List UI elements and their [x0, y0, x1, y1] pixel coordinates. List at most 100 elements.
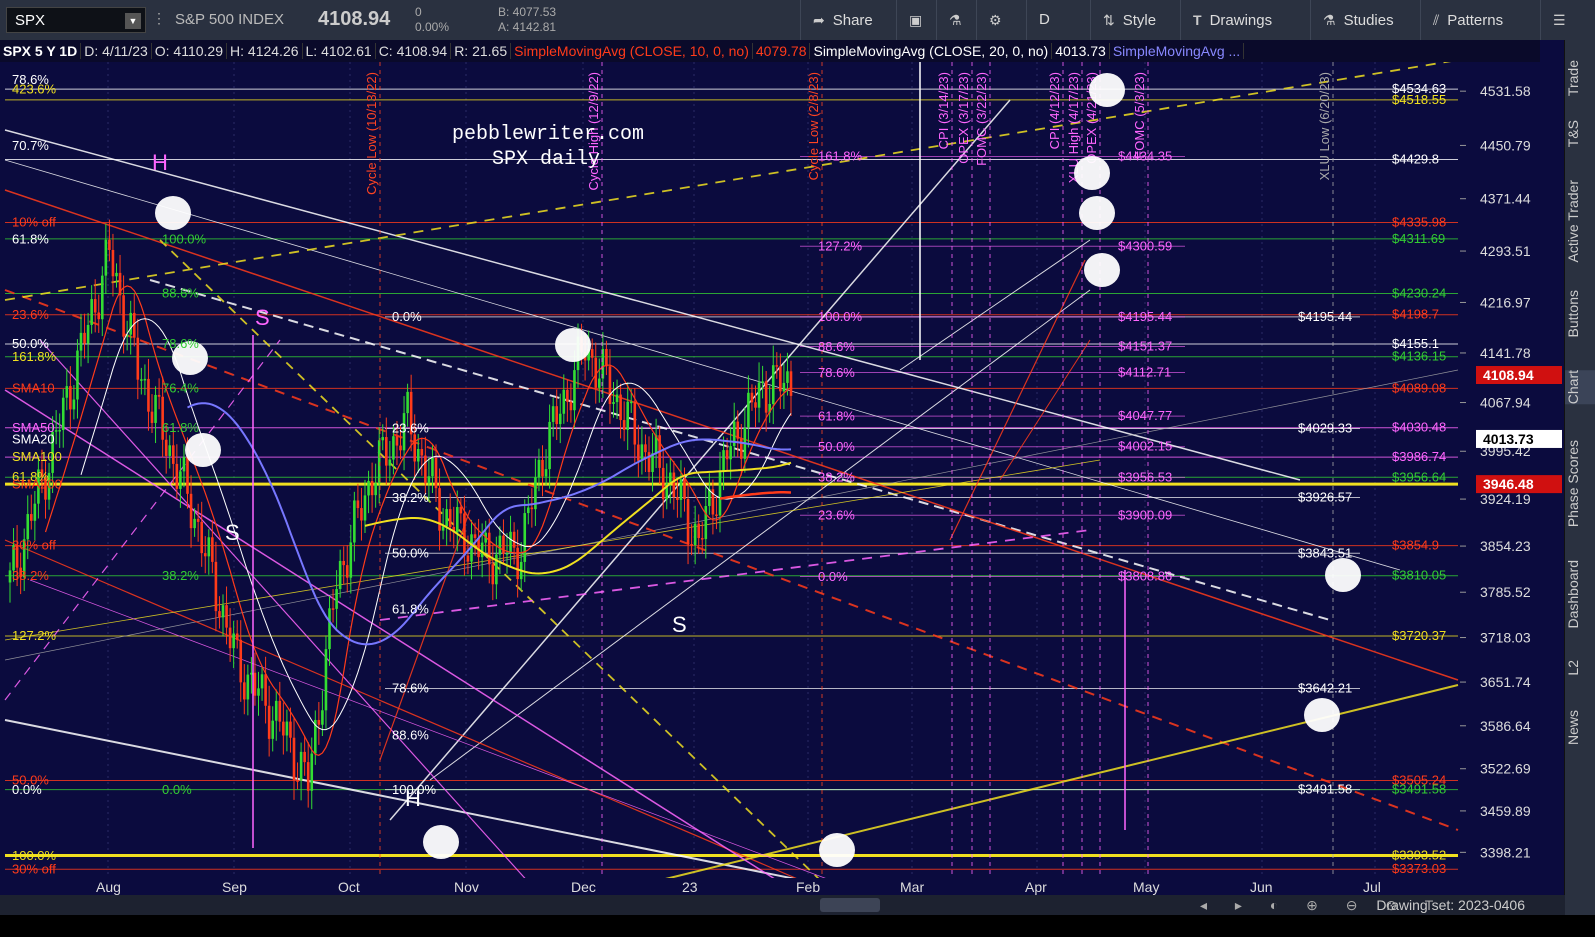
candle-body [306, 762, 310, 791]
study-info-bar: SPX 5 Y 1D D: 4/11/23 O: 4110.29 H: 4124.26… [0, 40, 1540, 62]
event-label: FOMC (3/22/23) [974, 72, 989, 166]
right-price-label: $4230.24 [1392, 286, 1446, 301]
y-tick-label: 3522.69 [1480, 761, 1531, 777]
y-tick-label: 3586.64 [1480, 718, 1531, 734]
share-button[interactable]: ➦ Share [800, 0, 896, 40]
drawing-set-label[interactable]: Drawing set: 2023-0406 [1376, 895, 1525, 915]
flask-button[interactable]: ⚗ [936, 0, 976, 40]
candle-body [544, 469, 548, 477]
drawings-button[interactable]: T Drawings [1180, 0, 1310, 40]
period-button[interactable]: D [1026, 0, 1090, 40]
event-label: XLU Low (6/20/23) [1317, 72, 1332, 180]
right-price-label: $3720.37 [1392, 628, 1446, 643]
target-circle [155, 196, 191, 230]
sidebar-tab-phase-scores[interactable]: Phase Scores [1565, 440, 1595, 527]
candle-body [196, 518, 200, 522]
candle-body [700, 538, 704, 540]
x-tick-label: Feb [796, 879, 820, 895]
right-price-label: $4335.98 [1392, 215, 1446, 230]
candle-body [622, 420, 626, 430]
fib-price-magenta: $4151.37 [1118, 339, 1172, 354]
sidebar-tab-buttons[interactable]: Buttons [1565, 290, 1595, 337]
patterns-button[interactable]: ⫽ Patterns [1420, 0, 1540, 40]
candle-body [612, 402, 615, 404]
fib-price-magenta: $4195.44 [1118, 309, 1172, 324]
candle-body [573, 370, 576, 411]
event-label: Cycle Low (2/8/23) [806, 72, 821, 180]
candle-body [523, 513, 527, 562]
right-price-label: $3393.52 [1392, 847, 1446, 862]
fib-pct-magenta: 23.6% [818, 507, 855, 522]
patterns-icon: ⫽ [1433, 12, 1440, 28]
candle-body [147, 378, 150, 412]
candle-body [69, 386, 72, 410]
target-circle [819, 833, 855, 867]
x-tick-label: May [1133, 879, 1159, 895]
sidebar-tab-active-trader[interactable]: Active Trader [1565, 180, 1595, 262]
fib-price-white: $4195.44 [1298, 309, 1352, 324]
chevron-down-icon[interactable]: ▼ [125, 13, 141, 29]
left-level-label: 23.6% [12, 307, 49, 322]
candle-body [463, 513, 466, 556]
candle-body [629, 401, 633, 404]
candle-body [93, 299, 97, 313]
candle-body [79, 332, 83, 351]
candle-body [182, 456, 186, 472]
y-tick-label: 3924.19 [1480, 491, 1531, 507]
scrollbar-thumb[interactable] [820, 898, 880, 912]
settings-button[interactable]: ⚙ [976, 0, 1026, 40]
candle-body [331, 608, 335, 610]
candle-body [491, 564, 495, 585]
left-level-label: 161.8% [12, 349, 57, 364]
sidebar-tab-l2[interactable]: L2 [1565, 660, 1595, 676]
info-sma20[interactable]: SimpleMovingAvg (CLOSE, 20, 0, no) [810, 43, 1053, 59]
fib-pct-green: 61.8% [162, 420, 199, 435]
fib-price-white: $3926.57 [1298, 489, 1352, 504]
screenshot-button[interactable]: ▣ [896, 0, 936, 40]
candle-body [154, 394, 157, 423]
x-tick-label: Sep [222, 879, 247, 895]
candle-body [551, 406, 555, 422]
candle-body [218, 611, 221, 618]
candle-body [686, 499, 690, 545]
candle-body [466, 555, 470, 562]
sidebar-tab-t-s[interactable]: T&S [1565, 120, 1595, 147]
candle-body [406, 391, 409, 414]
candle-body [175, 463, 179, 489]
candle-body [360, 508, 363, 521]
target-circle [185, 433, 221, 467]
link-icon[interactable]: ⋮ [152, 10, 166, 30]
candle-body [164, 439, 168, 456]
event-label: FOMC (5/3/23) [1132, 72, 1147, 159]
y-tick-label: 3651.74 [1480, 674, 1531, 690]
price-chart[interactable]: Cycle Low (10/13/22) Cycle High (12/9/22)… [0, 40, 1565, 895]
sidebar-tab-news[interactable]: News [1565, 710, 1595, 745]
candle-body [225, 605, 228, 628]
candle-body [569, 401, 573, 411]
sidebar-tab-trade[interactable]: Trade [1565, 60, 1595, 96]
info-sma10[interactable]: SimpleMovingAvg (CLOSE, 10, 0, no) [511, 43, 753, 59]
candle-body [214, 561, 218, 612]
candle-body [299, 751, 303, 781]
sidebar-tab-chart[interactable]: Chart [1565, 370, 1595, 405]
menu-button[interactable]: ☰ [1540, 0, 1595, 40]
candle-body [459, 507, 463, 514]
candle-body [61, 397, 65, 431]
style-button[interactable]: ⇅ Style [1090, 0, 1180, 40]
last-price: 4108.94 [318, 8, 391, 30]
candle-body [775, 365, 779, 367]
candle-body [136, 337, 140, 380]
candle-body [338, 560, 342, 590]
target-circle [1074, 156, 1110, 190]
candle-body [363, 495, 367, 521]
candle-body [502, 535, 505, 554]
symbol-input[interactable]: SPX ▼ [6, 7, 146, 33]
info-sma-more[interactable]: SimpleMovingAvg ... [1109, 43, 1245, 59]
candle-body [86, 324, 90, 344]
sidebar-tab-dashboard[interactable]: Dashboard [1565, 560, 1595, 629]
candle-body [303, 751, 306, 763]
studies-button[interactable]: ⚗ Studies [1310, 0, 1420, 40]
chart-style-icon: ⇅ [1103, 12, 1115, 28]
candle-body [296, 780, 299, 782]
fib-price-white: $3843.51 [1298, 545, 1352, 560]
